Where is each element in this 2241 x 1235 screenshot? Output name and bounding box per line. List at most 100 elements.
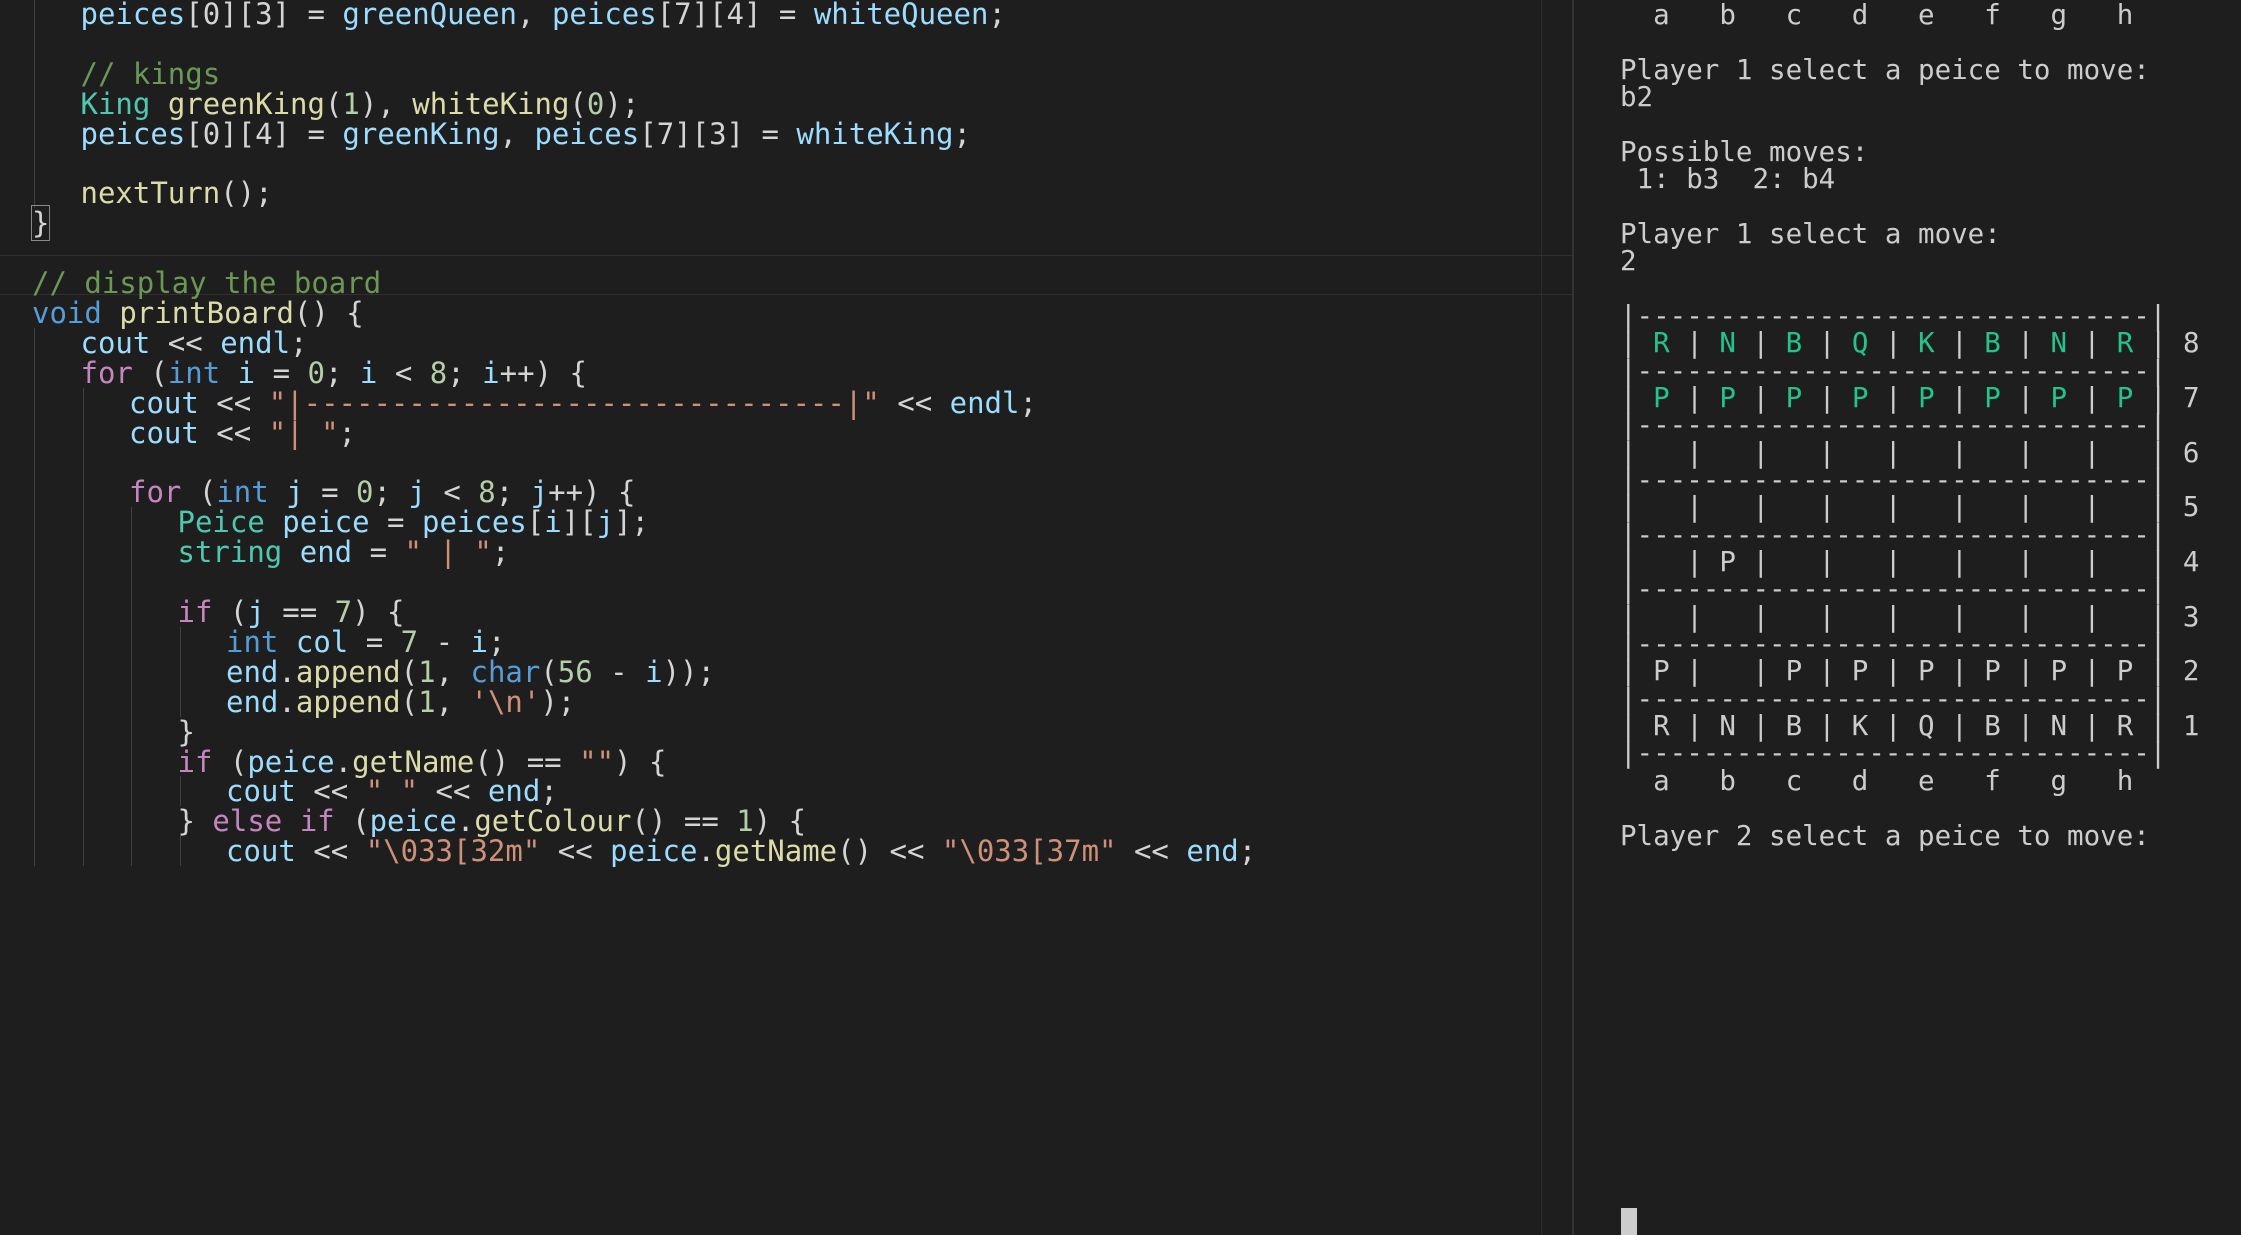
code-token: getName bbox=[714, 834, 838, 869]
terminal-line: Player 1 select a peice to move: bbox=[1620, 51, 2150, 90]
code-token: end bbox=[299, 535, 353, 570]
code-token: << bbox=[540, 834, 611, 869]
code-token: . bbox=[278, 684, 296, 719]
terminal-line: a b c d e f g h bbox=[1620, 0, 2133, 35]
code-token: peices bbox=[80, 116, 186, 151]
terminal-line: Player 1 select a move: bbox=[1620, 215, 2001, 254]
code-token: [7][3] = bbox=[639, 116, 797, 151]
code-token: i bbox=[544, 505, 562, 540]
indent-guide bbox=[34, 0, 35, 209]
terminal-line: 2 bbox=[1620, 242, 1637, 281]
code-token: )); bbox=[662, 654, 715, 689]
code-token: << bbox=[198, 415, 269, 450]
code-token: ][ bbox=[561, 505, 597, 540]
indent-guide bbox=[131, 507, 132, 867]
code-token: [0][4] = bbox=[185, 116, 343, 151]
workspace: peices[0][3] = greenQueen, peices[7][4] … bbox=[0, 0, 2241, 1235]
terminal-text: Player 1 select a peice to move: bbox=[1620, 53, 2150, 86]
code-token: ; bbox=[1238, 834, 1257, 869]
code-token: 1 bbox=[418, 684, 436, 719]
code-line[interactable]: string end = " | "; bbox=[178, 532, 510, 572]
code-line[interactable]: cout << "\033[32m" << peice.getName() <<… bbox=[226, 831, 1256, 871]
code-token: for bbox=[129, 475, 182, 510]
code-line[interactable]: end.append(1, '\n'); bbox=[226, 682, 575, 722]
code-token: ; bbox=[988, 0, 1006, 31]
code-token: for bbox=[80, 355, 133, 390]
code-token: [0][3] = bbox=[185, 0, 343, 31]
indent-guide bbox=[82, 387, 84, 867]
code-token: if bbox=[177, 744, 213, 779]
terminal-text: Player 1 select a move: bbox=[1620, 217, 2001, 250]
code-token: } bbox=[177, 804, 213, 839]
code-token: endl bbox=[949, 385, 1020, 420]
code-token: , bbox=[499, 116, 535, 151]
terminal-cursor bbox=[1621, 1208, 1637, 1235]
code-token: end bbox=[226, 684, 279, 719]
terminal-text: b2 bbox=[1620, 81, 1654, 114]
code-token: [ bbox=[526, 505, 545, 540]
code-token: end bbox=[1186, 834, 1239, 869]
terminal-text: 1: b3 2: b4 bbox=[1620, 163, 1836, 196]
code-token: peice bbox=[610, 834, 698, 869]
code-token: . bbox=[697, 834, 715, 869]
code-token: ) { bbox=[614, 744, 667, 779]
code-token: i bbox=[645, 654, 663, 689]
code-token: ; bbox=[338, 415, 356, 450]
code-line[interactable]: peices[0][3] = greenQueen, peices[7][4] … bbox=[81, 0, 1006, 34]
code-token: ( bbox=[400, 684, 419, 719]
code-token: '\n' bbox=[470, 684, 541, 719]
code-token: greenQueen bbox=[342, 0, 518, 31]
terminal-line: a b c d e f g h bbox=[1620, 762, 2133, 801]
terminal-text: a b c d e f g h bbox=[1620, 764, 2134, 797]
code-token: j bbox=[596, 505, 615, 540]
code-token: cout bbox=[226, 834, 296, 869]
code-token: ; bbox=[953, 116, 971, 151]
editor-vertical-ruler bbox=[1541, 0, 1542, 1235]
code-token: "\033[37m" bbox=[941, 834, 1117, 869]
code-token: append bbox=[295, 684, 401, 719]
code-line[interactable]: cout << "| "; bbox=[129, 413, 356, 453]
terminal-text: a b c d e f g h bbox=[1620, 0, 2134, 31]
code-token: peices bbox=[534, 116, 640, 151]
code-token: ]; bbox=[614, 505, 649, 540]
code-token: << bbox=[879, 385, 950, 420]
code-token: - bbox=[592, 654, 646, 689]
code-token: "| " bbox=[268, 415, 339, 450]
code-token: ; bbox=[491, 535, 510, 570]
code-token: () << bbox=[837, 834, 942, 869]
code-token: (); bbox=[220, 176, 273, 211]
code-token: "\033[32m" bbox=[365, 834, 541, 869]
code-token: if bbox=[177, 595, 213, 629]
code-token: cout bbox=[129, 415, 199, 450]
code-token: = bbox=[352, 535, 405, 570]
code-token: , bbox=[435, 684, 471, 719]
code-token: , bbox=[517, 0, 552, 31]
code-token: ); bbox=[540, 684, 576, 719]
terminal-line: Player 2 select a peice to move: bbox=[1620, 817, 2150, 856]
code-token: ; bbox=[1019, 385, 1037, 420]
code-token: string bbox=[177, 535, 283, 570]
code-token: << bbox=[295, 834, 366, 869]
code-token: [7][4] = bbox=[656, 0, 814, 31]
code-line[interactable]: } bbox=[30, 203, 51, 243]
code-token: whiteQueen bbox=[813, 0, 989, 31]
code-token: peices bbox=[80, 0, 186, 31]
terminal-text: 2 bbox=[1620, 245, 1637, 278]
indent-guide bbox=[34, 327, 35, 867]
code-token: " | " bbox=[404, 535, 492, 570]
code-token: greenKing bbox=[342, 116, 500, 151]
code-line[interactable]: peices[0][4] = greenKing, peices[7][3] =… bbox=[81, 114, 971, 154]
code-token: peices bbox=[551, 0, 657, 31]
code-line[interactable]: nextTurn(); bbox=[81, 173, 273, 213]
code-token: } bbox=[30, 205, 51, 242]
code-token: "" bbox=[579, 744, 615, 779]
code-token: whiteKing bbox=[796, 116, 954, 151]
code-token: "|-------------------------------|" bbox=[268, 385, 880, 420]
code-editor[interactable]: peices[0][3] = greenQueen, peices[7][4] … bbox=[0, 0, 1572, 1235]
code-token: nextTurn bbox=[80, 176, 221, 211]
terminal-line: b2 bbox=[1620, 78, 1653, 117]
indent-guide bbox=[179, 626, 181, 717]
terminal-panel[interactable]: a b c d e f g h Player 1 select a peice t… bbox=[1574, 0, 2241, 1235]
code-token: << bbox=[1116, 834, 1187, 869]
